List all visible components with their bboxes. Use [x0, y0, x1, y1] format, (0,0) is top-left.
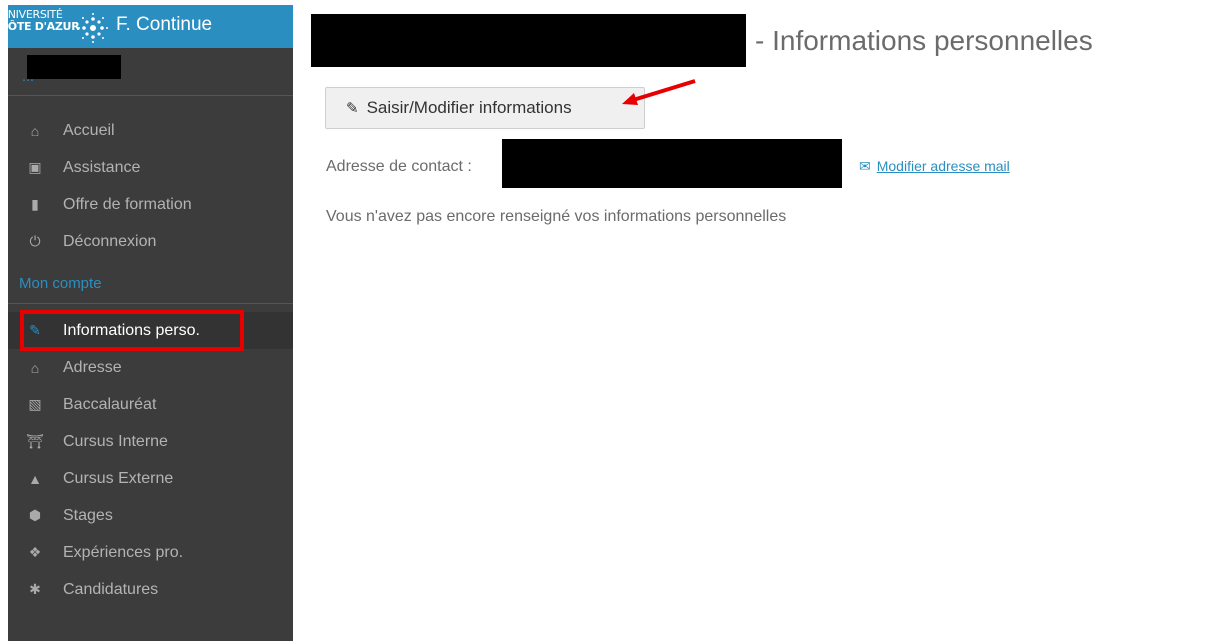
logo-star-icon	[78, 13, 108, 43]
nav-item-adresse[interactable]: ⌂ Adresse	[8, 349, 293, 386]
main-nav: ⌂ Accueil ▣ Assistance ▮ Offre de format…	[8, 112, 293, 260]
brand-title: F. Continue	[116, 14, 213, 35]
pencil-icon: ✎	[29, 322, 41, 338]
graduation-cap-icon: ▲	[28, 470, 42, 487]
nav-item-candidatures[interactable]: ✱ Candidatures	[8, 571, 293, 608]
nav-item-offre-de-formation[interactable]: ▮ Offre de formation	[8, 186, 293, 223]
nav-item-cursus-externe[interactable]: ▲ Cursus Externe	[8, 460, 293, 497]
institution-icon: ⛩	[26, 433, 44, 449]
account-nav: ✎ Informations perso. ⌂ Adresse ▧ Baccal…	[8, 310, 293, 608]
modify-email-link[interactable]: ✉ Modifier adresse mail	[859, 158, 1010, 175]
edit-informations-button[interactable]: ✎ Saisir/Modifier informations	[325, 87, 645, 129]
user-block: …	[8, 48, 293, 96]
university-logo: UNIVERSITÉ CÔTE D'AZUR	[0, 8, 80, 33]
home-icon: ⌂	[30, 359, 40, 376]
power-icon: ⏻	[29, 233, 41, 249]
asterisk-icon: ✱	[29, 581, 41, 597]
nav-item-accueil[interactable]: ⌂ Accueil	[8, 112, 293, 149]
nav-item-baccalaureat[interactable]: ▧ Baccalauréat	[8, 386, 293, 423]
nav-item-cursus-interne[interactable]: ⛩ Cursus Interne	[8, 423, 293, 460]
bookmark-icon: ▮	[31, 196, 39, 212]
envelope-icon: ✉	[859, 158, 871, 174]
redacted-name	[311, 14, 746, 67]
nav-item-stages[interactable]: ⬢ Stages	[8, 497, 293, 534]
brand-header[interactable]: UNIVERSITÉ CÔTE D'AZUR F. Continue	[0, 5, 293, 48]
book-icon: ▧	[28, 396, 42, 412]
home-icon: ⌂	[30, 122, 40, 139]
main-content: - Informations personnelles ✎ Saisir/Mod…	[293, 0, 1215, 641]
nav-item-deconnexion[interactable]: ⏻ Déconnexion	[8, 223, 293, 260]
page-title: - Informations personnelles	[755, 25, 1093, 56]
red-arrow-annotation	[622, 79, 696, 105]
contact-address-label: Adresse de contact :	[326, 158, 472, 175]
nav-item-experiences-pro[interactable]: ❖ Expériences pro.	[8, 534, 293, 571]
nav-item-informations-perso[interactable]: ✎ Informations perso.	[8, 310, 293, 351]
pencil-icon: ✎	[346, 100, 359, 117]
cube-icon: ⬢	[28, 507, 42, 523]
cubes-icon: ❖	[28, 544, 42, 560]
nav-item-assistance[interactable]: ▣ Assistance	[8, 149, 293, 186]
redacted-email	[502, 139, 842, 188]
redacted-username	[27, 55, 121, 79]
ambulance-icon: ▣	[28, 159, 42, 175]
info-message: Vous n'avez pas encore renseigné vos inf…	[326, 208, 787, 225]
sidebar: UNIVERSITÉ CÔTE D'AZUR F. Continue … ⌂ A	[0, 5, 293, 641]
section-mon-compte: Mon compte	[8, 264, 293, 304]
